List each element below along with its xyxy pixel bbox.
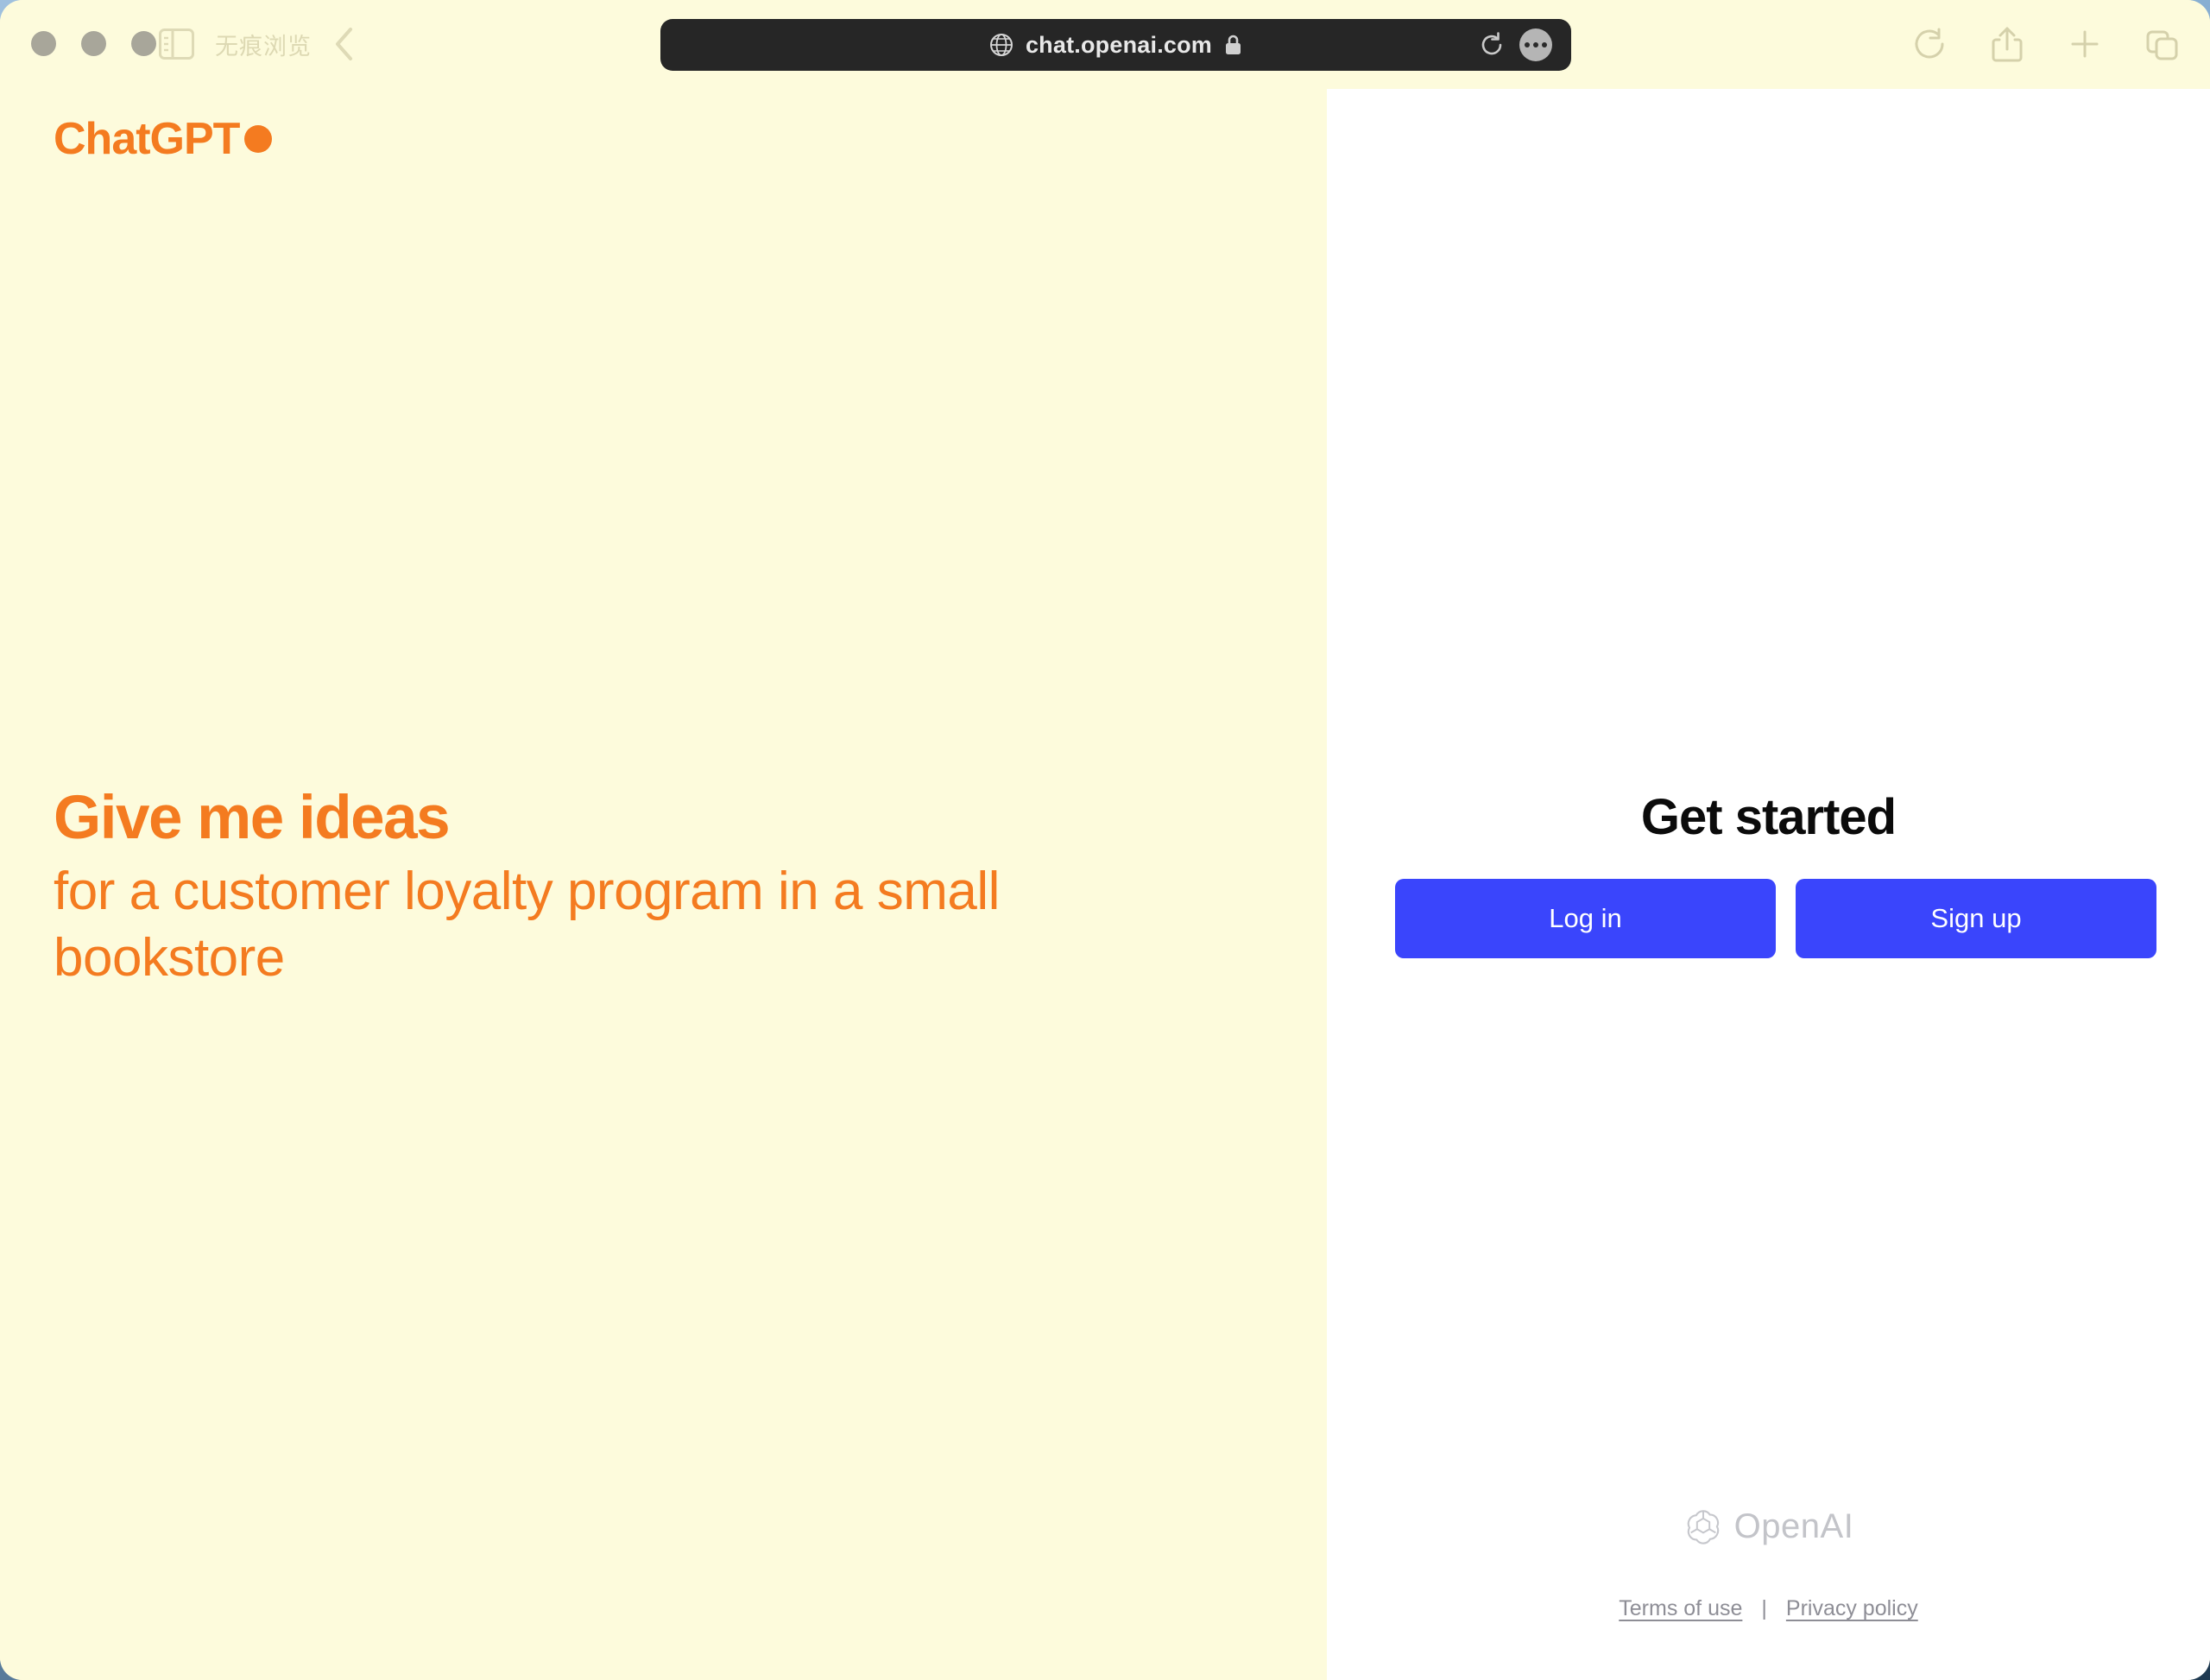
openai-logo: OpenAI: [1683, 1506, 1854, 1546]
share-icon[interactable]: [1989, 25, 2025, 63]
terms-of-use-link[interactable]: Terms of use: [1619, 1596, 1742, 1621]
plus-icon[interactable]: [2067, 25, 2103, 63]
zoom-window-button[interactable]: [131, 31, 156, 56]
reload-icon[interactable]: [1911, 25, 1948, 63]
tab-overview-icon[interactable]: [2144, 25, 2181, 63]
sidebar-toggle-icon[interactable]: [159, 28, 194, 60]
chatgpt-wordmark: ChatGPT: [54, 114, 240, 164]
promo-subline: for a customer loyalty program in a smal…: [54, 861, 1000, 988]
address-bar[interactable]: chat.openai.com: [660, 19, 1571, 71]
openai-knot-icon: [1687, 1510, 1719, 1544]
auth-panel: Get started Log in Sign up 点击注册按钮: [1327, 89, 2210, 1680]
browser-toolbar: 无痕浏览 chat.openai.com: [0, 0, 2210, 89]
reload-icon[interactable]: [1480, 32, 1504, 58]
address-bar-actions: [1480, 19, 1552, 71]
globe-icon: [989, 33, 1013, 57]
auth-button-group: Log in Sign up: [1395, 879, 2156, 958]
footer: OpenAI Terms of use | Privacy policy: [1327, 1506, 2210, 1621]
window-controls: [31, 31, 156, 56]
address-bar-content: chat.openai.com: [989, 32, 1242, 59]
url-text: chat.openai.com: [1025, 31, 1213, 58]
toolbar-right-group: [1911, 19, 2181, 69]
page-title: Get started: [1640, 789, 1897, 845]
chatgpt-logo: ChatGPT: [54, 113, 273, 165]
legal-links: Terms of use | Privacy policy: [1327, 1596, 2210, 1621]
promo-panel: ChatGPT Give me ideas for a customer loy…: [0, 89, 1327, 1680]
back-chevron-icon[interactable]: [332, 25, 357, 63]
promo-text: Give me ideas for a customer loyalty pro…: [54, 784, 1167, 992]
toolbar-left-group: 无痕浏览: [159, 19, 357, 69]
legal-separator: |: [1761, 1596, 1767, 1620]
privacy-policy-link[interactable]: Privacy policy: [1786, 1596, 1918, 1621]
browser-window: 无痕浏览 chat.openai.com ChatGPT Give me ide…: [0, 0, 2210, 1680]
minimize-window-button[interactable]: [81, 31, 106, 56]
login-button[interactable]: Log in: [1395, 879, 1776, 958]
promo-headline: Give me ideas: [54, 784, 451, 852]
openai-wordmark: OpenAI: [1733, 1506, 1854, 1545]
private-browsing-label: 无痕浏览: [215, 33, 312, 60]
signup-button[interactable]: Sign up: [1796, 879, 2156, 958]
close-window-button[interactable]: [31, 31, 56, 56]
lock-icon: [1224, 34, 1242, 56]
page-content: ChatGPT Give me ideas for a customer loy…: [0, 89, 2210, 1680]
chatgpt-dot-icon: [244, 125, 273, 153]
ellipsis-menu-icon[interactable]: [1519, 28, 1552, 61]
